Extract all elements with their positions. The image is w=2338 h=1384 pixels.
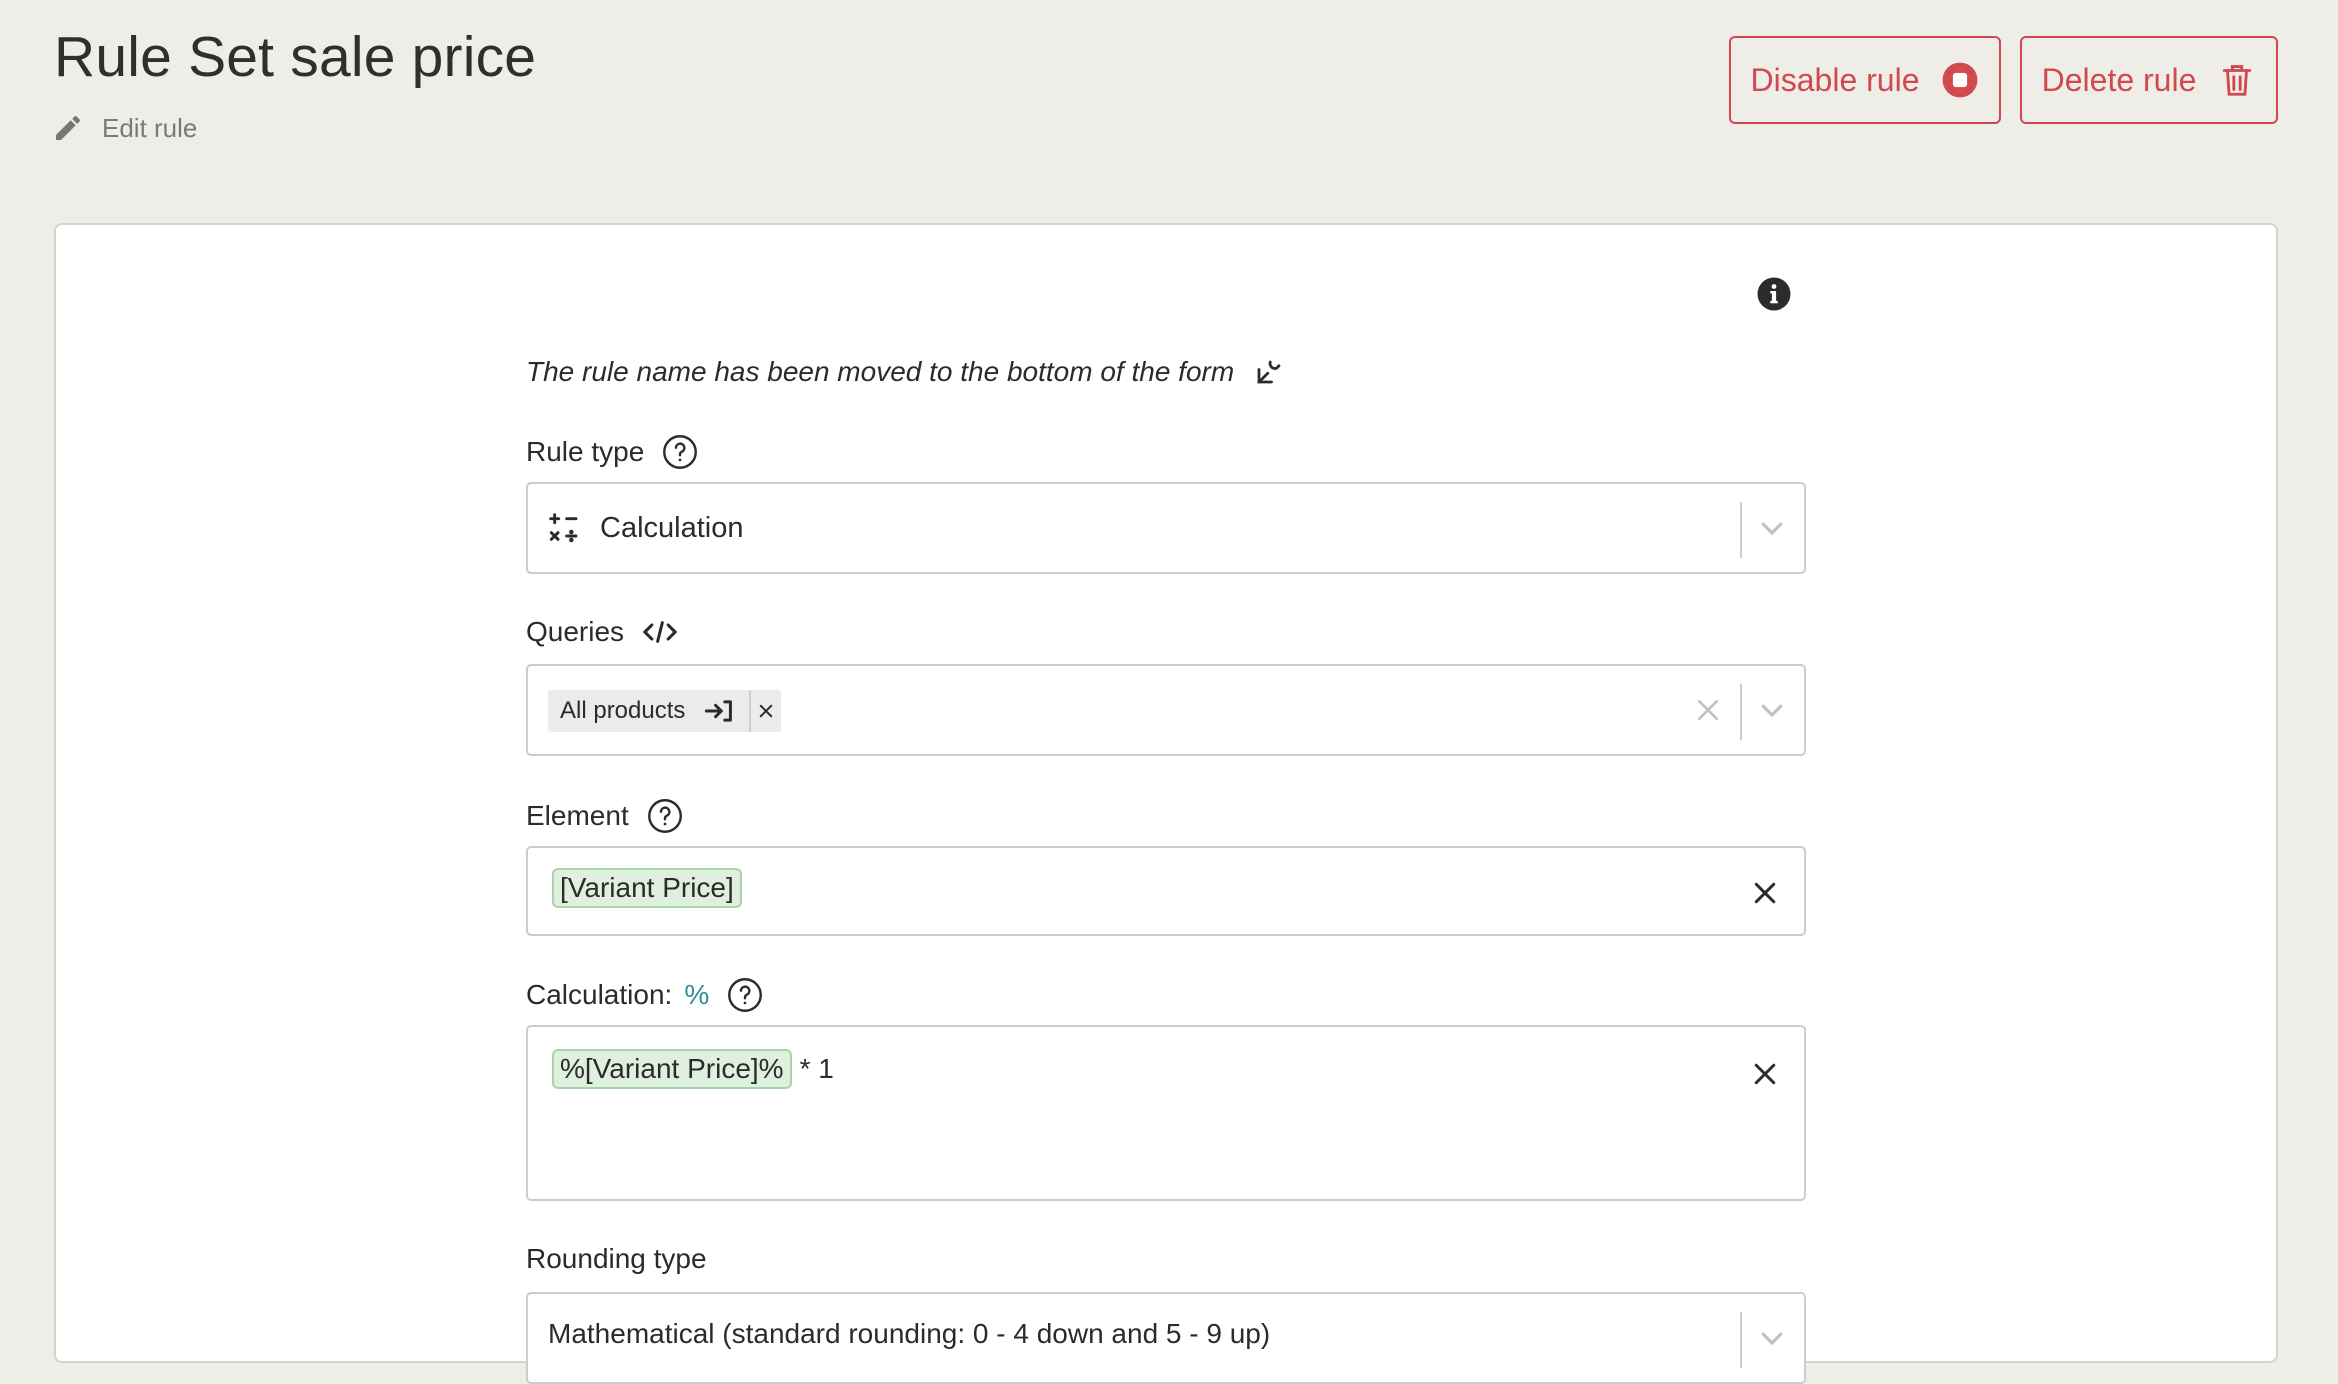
select-separator [1740, 1312, 1742, 1368]
page-title: Rule Set sale price [54, 25, 537, 89]
element-token[interactable]: [Variant Price] [552, 868, 742, 908]
disable-rule-label: Disable rule [1750, 61, 1920, 98]
rounding-type-label-text: Rounding type [526, 1243, 707, 1274]
calculation-label-text: Calculation: [526, 979, 673, 1010]
stop-circle-icon [1943, 62, 1978, 98]
queries-label: Queries [526, 616, 678, 648]
query-chip-remove-button[interactable] [749, 690, 781, 732]
rounding-dropdown-toggle[interactable] [1754, 1294, 1790, 1382]
rule-type-dropdown-toggle[interactable] [1754, 484, 1790, 572]
close-icon [760, 704, 773, 718]
info-icon[interactable] [1756, 276, 1792, 312]
sign-in-icon [705, 700, 733, 722]
queries-label-text: Queries [526, 616, 625, 647]
edit-rule-link[interactable]: Edit rule [52, 112, 197, 144]
code-icon[interactable] [642, 618, 678, 646]
rule-type-select[interactable]: Calculation [526, 482, 1806, 574]
calculation-content: %[Variant Price]% * 1 [552, 1049, 834, 1089]
queries-select[interactable]: All products [526, 664, 1806, 756]
calculation-label: Calculation: % [526, 977, 763, 1013]
element-label: Element [526, 798, 683, 834]
edit-rule-label: Edit rule [102, 112, 198, 143]
select-separator [1740, 502, 1742, 558]
help-icon[interactable] [647, 798, 683, 834]
trash-icon [2223, 65, 2252, 96]
query-chip-label[interactable]: All products [548, 697, 749, 725]
query-chip: All products [548, 690, 782, 732]
delete-rule-label: Delete rule [2041, 61, 2197, 98]
queries-clear-button[interactable] [1692, 666, 1724, 754]
rule-type-label: Rule type [526, 434, 698, 470]
rounding-type-label: Rounding type [526, 1243, 707, 1275]
chevron-down-icon [1761, 704, 1783, 718]
rule-type-value-text: Calculation [600, 511, 744, 544]
element-content: [Variant Price] [552, 868, 742, 908]
element-clear-button[interactable] [1750, 878, 1780, 908]
rounding-type-value: Mathematical (standard rounding: 0 - 4 d… [548, 1318, 1271, 1349]
chevron-down-icon [1761, 1332, 1783, 1346]
help-icon[interactable] [727, 977, 763, 1013]
pencil-icon [56, 115, 81, 140]
percent-insert-link[interactable]: % [684, 979, 709, 1011]
delete-rule-button[interactable]: Delete rule [2020, 36, 2278, 124]
rule-type-value: Calculation [548, 484, 743, 572]
calculation-expression: * 1 [799, 1053, 834, 1084]
close-icon [1698, 700, 1718, 720]
rounding-type-select[interactable]: Mathematical (standard rounding: 0 - 4 d… [526, 1292, 1806, 1384]
chevron-down-icon [1761, 522, 1783, 536]
calculator-icon [549, 513, 578, 543]
help-icon[interactable] [662, 434, 698, 470]
calculation-token[interactable]: %[Variant Price]% [552, 1049, 792, 1089]
query-chip-text: All products [560, 697, 686, 724]
rule-name-notice: The rule name has been moved to the bott… [526, 356, 1284, 388]
close-icon [1754, 882, 1776, 904]
calculation-clear-button[interactable] [1750, 1059, 1780, 1089]
element-input[interactable]: [Variant Price] [526, 846, 1806, 936]
element-label-text: Element [526, 800, 629, 831]
close-icon [1754, 1063, 1776, 1085]
notice-text: The rule name has been moved to the bott… [526, 356, 1235, 387]
queries-dropdown-toggle[interactable] [1754, 666, 1790, 754]
calculation-input[interactable]: %[Variant Price]% * 1 [526, 1025, 1806, 1201]
disable-rule-button[interactable]: Disable rule [1729, 36, 2001, 124]
edit-wrench-icon[interactable] [1254, 357, 1284, 387]
select-separator [1740, 684, 1742, 740]
rule-type-label-text: Rule type [526, 436, 645, 467]
